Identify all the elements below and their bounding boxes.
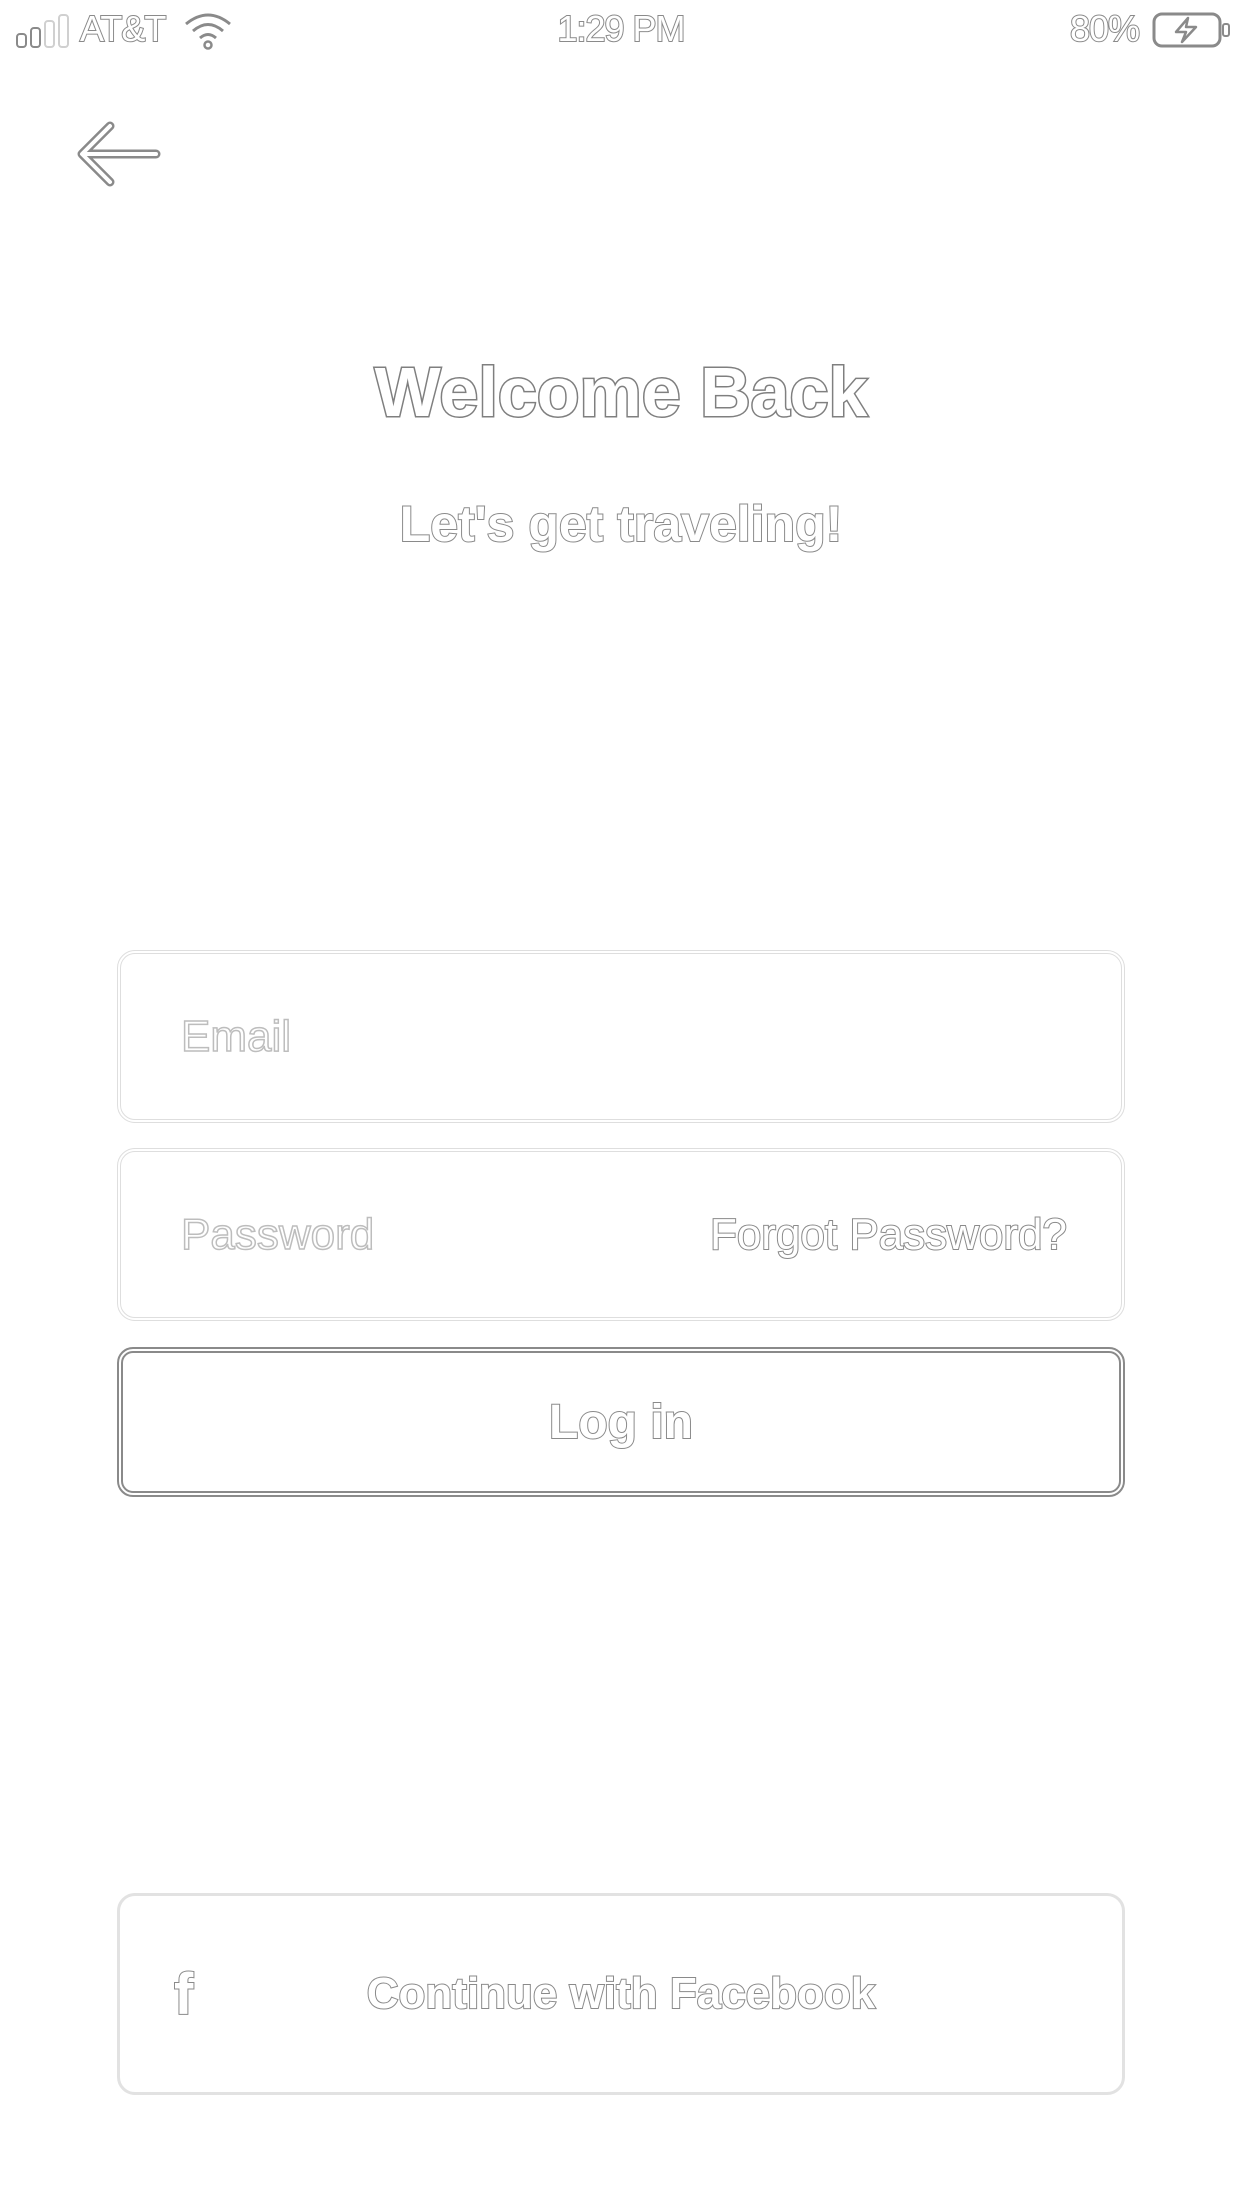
status-time: 1:29 PM	[556, 7, 686, 50]
back-arrow-icon	[77, 121, 161, 187]
email-field[interactable]	[117, 950, 1125, 1123]
battery-charging-icon	[1152, 12, 1230, 48]
password-field[interactable]: Forgot Password?	[117, 1148, 1125, 1321]
facebook-button-label: Continue with Facebook	[366, 1968, 876, 2019]
login-button[interactable]: Log in	[117, 1347, 1125, 1497]
back-button[interactable]	[70, 114, 170, 194]
battery-percent: 80%	[1069, 7, 1141, 50]
forgot-password-link[interactable]: Forgot Password?	[709, 1152, 1068, 1317]
password-input[interactable]	[181, 1152, 781, 1317]
continue-with-facebook-button[interactable]: f Continue with Facebook	[117, 1893, 1125, 2095]
email-input[interactable]	[181, 954, 781, 1119]
page-subtitle: Let's get traveling!	[399, 495, 844, 553]
page-title: Welcome Back	[373, 352, 869, 433]
status-bar: AT&T 1:29 PM 80%	[0, 0, 1242, 60]
